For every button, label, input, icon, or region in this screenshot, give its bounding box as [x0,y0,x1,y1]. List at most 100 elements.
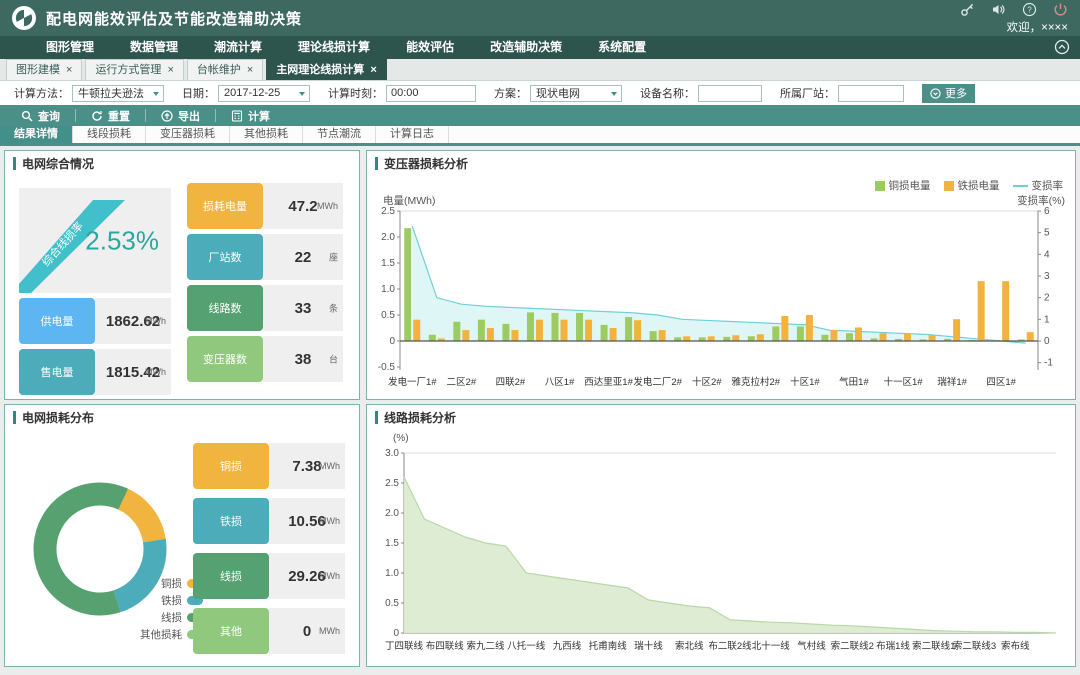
transformer-count-card: 变压器数 38 台 [187,336,343,382]
subtab-segment-loss[interactable]: 线段损耗 [73,126,146,143]
svg-text:6: 6 [1044,207,1050,217]
supply-energy-card: 供电量 1862.62 MWh [19,298,171,344]
overall-loss-rate-value: 2.53% [85,225,159,256]
tab-ledger-maintenance[interactable]: 台帐维护 × [187,59,263,80]
key-icon[interactable] [960,2,975,17]
svg-text:索二联线1: 索二联线1 [912,640,955,652]
nav-item-efficiency[interactable]: 能效评估 [388,36,472,59]
time-label: 计算时刻： [328,85,383,101]
nav-item-system[interactable]: 系统配置 [580,36,664,59]
nav-item-powerflow[interactable]: 潮流计算 [196,36,280,59]
svg-text:-0.5: -0.5 [378,362,396,373]
export-icon [161,110,173,122]
dashboard: 电网综合情况 综合线损率 2.53% 供电量 1862.62 MWh 售电量 [0,146,1080,675]
svg-text:0.5: 0.5 [385,598,399,609]
svg-text:发电一厂1#: 发电一厂1# [388,376,437,388]
svg-text:十区2#: 十区2# [692,376,722,388]
sold-energy-card: 售电量 1815.42 MWh [19,349,171,395]
panel-grid-summary: 电网综合情况 综合线损率 2.53% 供电量 1862.62 MWh 售电量 [4,150,360,400]
close-icon[interactable]: × [247,60,253,81]
time-input[interactable] [386,85,476,102]
svg-text:八托一线: 八托一线 [507,640,546,652]
subtab-calc-log[interactable]: 计算日志 [376,126,449,143]
other-loss-card: 其他 0 MWh [193,608,345,654]
device-name-input[interactable] [698,85,762,102]
panel-transformer-loss: 变压器损耗分析 铜损电量 铁损电量 变损率 电量(MWh) 变损率(%) 2.5… [366,150,1076,400]
svg-text:十区1#: 十区1# [790,376,820,388]
copper-loss-card: 铜损 7.38 MWh [193,443,345,489]
svg-text:4: 4 [1044,249,1050,260]
app-header: 配电网能效评估及节能改造辅助决策 ? 欢迎，×××× [0,0,1080,36]
panel-line-loss-analysis: 线路损耗分析 (%) 3.02.52.01.51.00.50丁四联线布四联线索九… [366,404,1076,667]
subtab-transformer-loss[interactable]: 变压器损耗 [146,126,230,143]
power-icon[interactable] [1053,2,1068,17]
result-subtabs: 结果详情 线段损耗 变压器损耗 其他损耗 节点潮流 计算日志 [0,126,1080,143]
refresh-icon [91,110,103,122]
left-axis-caption: 电量(MWh) [383,193,436,208]
scheme-select[interactable]: 现状电网 [530,85,622,102]
close-icon[interactable]: × [370,60,376,81]
svg-text:四区1#: 四区1# [986,377,1016,388]
svg-text:5: 5 [1044,228,1050,239]
svg-text:索二联线3: 索二联线3 [953,640,996,652]
svg-text:气村线: 气村线 [797,640,826,652]
subtab-result-detail[interactable]: 结果详情 [0,126,73,143]
action-toolbar: 查询 重置 导出 计算 [0,105,1080,126]
tab-main-grid-line-loss[interactable]: 主网理论线损计算 × [266,59,386,80]
svg-text:气田1#: 气田1# [839,376,869,388]
nav-item-lineloss[interactable]: 理论线损计算 [280,36,388,59]
collapse-up-icon[interactable] [1054,39,1070,55]
more-button[interactable]: 更多 [922,84,975,103]
svg-text:1.0: 1.0 [385,568,399,579]
panel-loss-distribution: 电网损耗分布 铜损 铁损 线损 其他损耗 铜损 7.38 MWh 铁损 10.5… [4,404,360,667]
method-label: 计算方法： [14,85,69,101]
svg-text:3: 3 [1044,271,1050,282]
nav-item-graphics[interactable]: 图形管理 [28,36,112,59]
date-label: 日期： [182,85,215,101]
svg-text:布瑞1线: 布瑞1线 [876,640,910,652]
help-icon[interactable]: ? [1022,2,1037,17]
svg-text:1: 1 [1044,314,1050,325]
svg-text:布二联2线: 布二联2线 [708,640,752,652]
reset-button[interactable]: 重置 [76,105,145,126]
transformer-chart-legend: 铜损电量 铁损电量 变损率 [875,178,1064,193]
line-count-card: 线路数 33 条 [187,285,343,331]
panel-title: 电网综合情况 [22,155,94,172]
svg-text:四联2#: 四联2# [496,377,526,388]
circle-down-icon [930,88,941,99]
svg-text:2.5: 2.5 [381,207,395,217]
svg-text:0.5: 0.5 [381,310,395,321]
method-select[interactable]: 牛顿拉夫逊法 [72,85,164,102]
nav-item-retrofit[interactable]: 改造辅助决策 [472,36,580,59]
svg-text:雅克拉村2#: 雅克拉村2# [732,376,781,388]
tab-graphic-modeling[interactable]: 图形建模 × [6,59,82,80]
chevron-down-icon [153,92,159,96]
svg-text:-1: -1 [1044,358,1053,369]
svg-text:索二联线2: 索二联线2 [831,640,874,652]
subtab-node-powerflow[interactable]: 节点潮流 [303,126,376,143]
nav-item-data[interactable]: 数据管理 [112,36,196,59]
query-button[interactable]: 查询 [6,105,75,126]
svg-text:八区1#: 八区1# [545,377,575,388]
subtab-other-loss[interactable]: 其他损耗 [230,126,303,143]
donut-legend: 铜损 铁损 线损 其他损耗 [107,575,203,643]
export-button[interactable]: 导出 [146,105,215,126]
close-icon[interactable]: × [66,60,72,81]
date-select[interactable]: 2017-12-25 [218,85,310,102]
tab-operation-mode[interactable]: 运行方式管理 × [85,59,183,80]
svg-text:1.5: 1.5 [385,538,399,549]
station-input[interactable] [838,85,904,102]
iron-loss-card: 铁损 10.56 MWh [193,498,345,544]
speaker-icon[interactable] [991,2,1006,17]
svg-text:北十一线: 北十一线 [752,640,791,652]
search-icon [21,110,33,122]
calculate-button[interactable]: 计算 [216,105,285,126]
close-icon[interactable]: × [167,60,173,81]
svg-text:1.5: 1.5 [381,258,395,269]
scheme-label: 方案： [494,85,527,101]
welcome-text: 欢迎，×××× [1007,19,1068,35]
svg-text:瑞十线: 瑞十线 [634,640,663,652]
app-title: 配电网能效评估及节能改造辅助决策 [46,8,302,29]
loss-energy-card: 损耗电量 47.2 MWh [187,183,343,229]
svg-text:发电二厂2#: 发电二厂2# [633,376,682,388]
